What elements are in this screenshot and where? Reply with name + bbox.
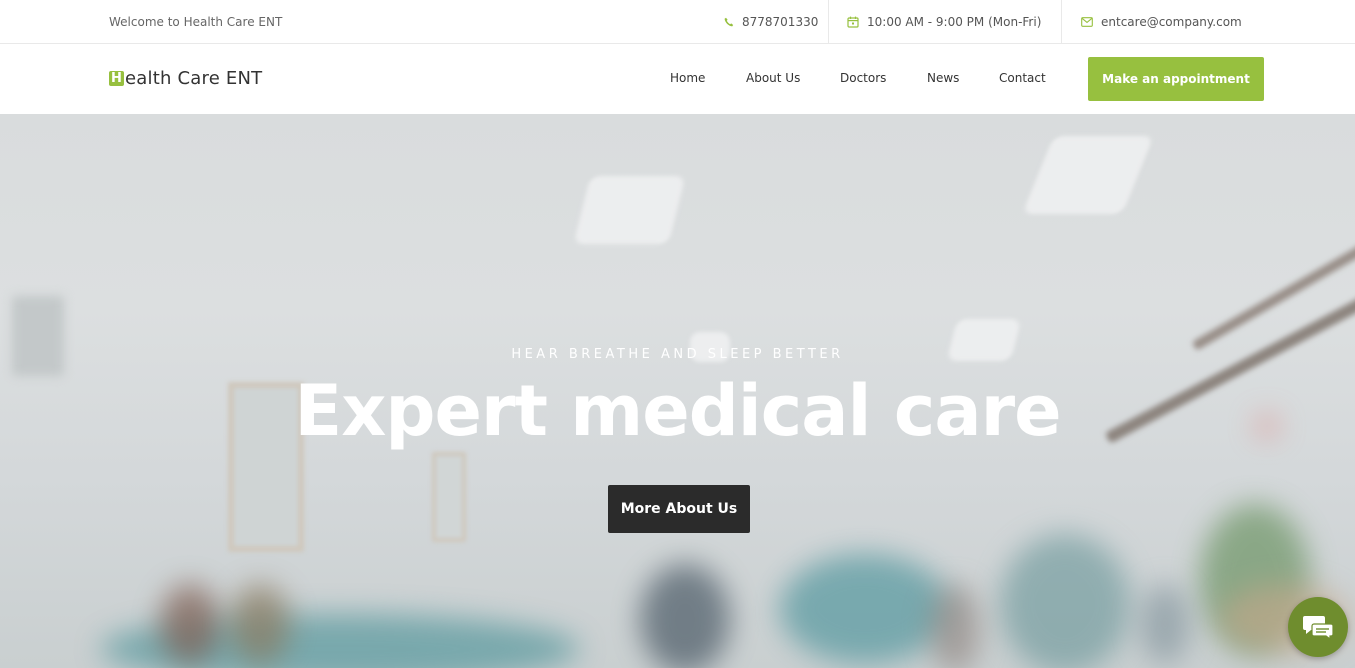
- phone-number[interactable]: 8778701330: [742, 15, 818, 29]
- nav-news[interactable]: News: [927, 71, 959, 85]
- phone-info[interactable]: 8778701330: [724, 0, 818, 43]
- hero-headline: Expert medical care: [294, 370, 1061, 452]
- site-logo[interactable]: H ealth Care ENT: [109, 68, 262, 89]
- logo-text: ealth Care ENT: [125, 68, 263, 89]
- email-address[interactable]: entcare@company.com: [1101, 15, 1242, 29]
- hours-info: 10:00 AM - 9:00 PM (Mon-Fri): [847, 0, 1041, 43]
- calendar-icon: [847, 16, 859, 28]
- more-about-us-button[interactable]: More About Us: [608, 485, 750, 533]
- email-info[interactable]: entcare@company.com: [1081, 0, 1242, 43]
- topbar-divider: [1061, 0, 1062, 43]
- nav-about-us[interactable]: About Us: [746, 71, 800, 85]
- nav-home[interactable]: Home: [670, 71, 705, 85]
- topbar-divider: [828, 0, 829, 43]
- main-header: H ealth Care ENT Home About Us Doctors N…: [0, 44, 1355, 114]
- nav-doctors[interactable]: Doctors: [840, 71, 886, 85]
- nav-contact[interactable]: Contact: [999, 71, 1046, 85]
- welcome-text: Welcome to Health Care ENT: [109, 15, 283, 29]
- top-info-bar: Welcome to Health Care ENT 8778701330 10…: [0, 0, 1355, 44]
- hours-text: 10:00 AM - 9:00 PM (Mon-Fri): [867, 14, 1042, 29]
- hero-tagline: HEAR BREATHE AND SLEEP BETTER: [511, 347, 844, 362]
- envelope-icon: [1081, 16, 1093, 27]
- phone-icon: [724, 17, 734, 27]
- make-appointment-button[interactable]: Make an appointment: [1088, 57, 1264, 101]
- hero-section: HEAR BREATHE AND SLEEP BETTER Expert med…: [0, 114, 1355, 668]
- chat-icon: [1302, 614, 1334, 641]
- chat-widget-button[interactable]: [1288, 597, 1348, 657]
- logo-h-mark: H: [109, 71, 124, 86]
